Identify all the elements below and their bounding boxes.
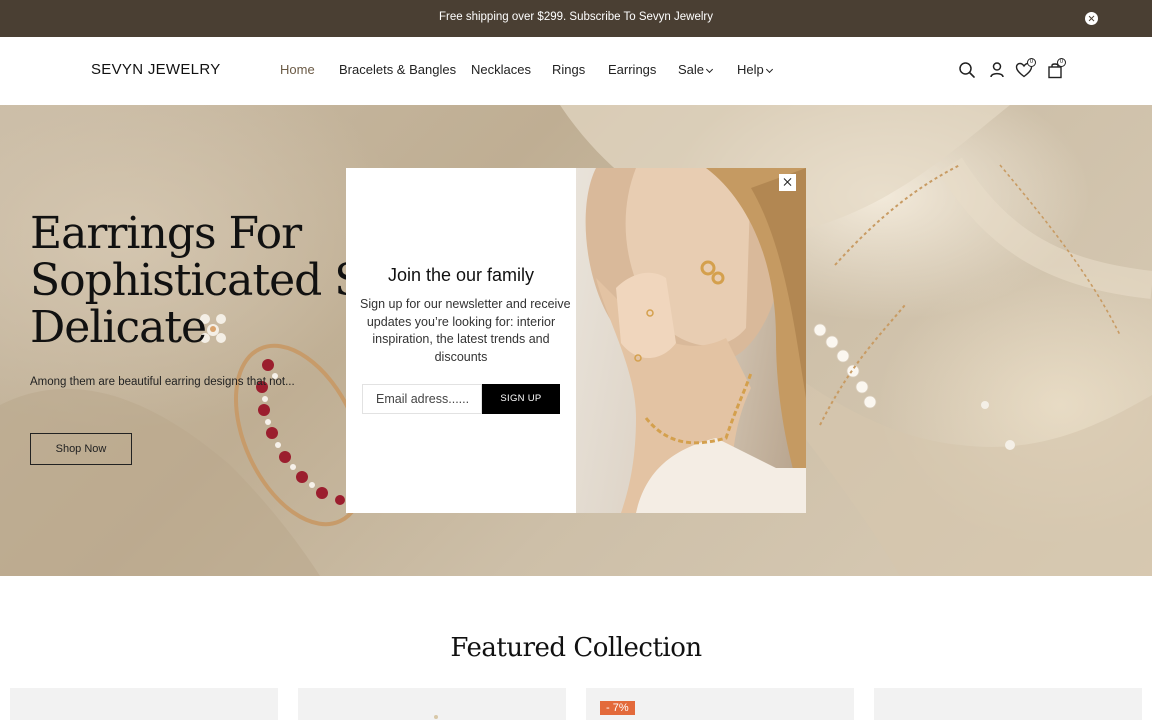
nav-help[interactable]: Help [737,62,773,77]
user-icon[interactable] [988,61,1006,79]
featured-collection-title: Featured Collection [450,633,702,663]
hero-subtitle: Among them are beautiful earring designs… [30,376,295,388]
announcement-text: Free shipping over $299. Subscribe To Se… [438,11,714,23]
product-card[interactable]: - 7% [586,688,854,720]
popup-description: Sign up for our newsletter and receive u… [360,296,571,366]
email-input[interactable]: Email adress...... [362,384,482,414]
announcement-close-icon[interactable] [1085,12,1098,25]
popup-description-line: updates you’re looking for: interior [366,314,556,329]
newsletter-form-panel: Join the our family Sign up for our news… [346,168,576,513]
product-card[interactable] [874,688,1142,720]
product-card[interactable] [10,688,278,720]
nav-rings[interactable]: Rings [552,62,585,77]
sign-up-button[interactable]: SIGN UP [482,384,560,414]
popup-description-line: Sign up for our newsletter and receive [360,297,571,311]
nav-sale[interactable]: Sale [678,62,714,77]
cart-count-badge: 0 [1057,58,1066,67]
popup-title: Join the our family [387,265,535,285]
chevron-down-icon [705,65,714,74]
product-thumbnail [434,715,438,719]
nav-necklaces[interactable]: Necklaces [471,62,531,77]
nav-bracelets-bangles[interactable]: Bracelets & Bangles [339,62,456,77]
popup-close-icon[interactable] [779,174,796,191]
nav-earrings[interactable]: Earrings [608,62,656,77]
product-card[interactable] [298,688,566,720]
wishlist-count-badge: 0 [1027,58,1036,67]
announcement-bar: Free shipping over $299. Subscribe To Se… [0,0,1152,37]
hero-title-line: Earrings For [30,208,302,259]
popup-description-line: discounts [434,349,488,364]
model-photo [585,168,806,513]
newsletter-popup: Join the our family Sign up for our news… [346,168,806,513]
nav-home[interactable]: Home [280,62,315,77]
hero-title-line: Sophisticated Style [30,255,443,306]
discount-badge: - 7% [600,701,635,715]
chevron-down-icon [765,65,773,74]
hero-title: Earrings For Sophisticated Style Delicat… [30,208,443,353]
site-logo[interactable]: SEVYN JEWELRY [91,61,221,78]
search-icon[interactable] [958,61,976,79]
hero-title-line: Delicate [30,302,207,353]
site-header: SEVYN JEWELRY Home Bracelets & Bangles N… [0,37,1152,105]
popup-description-line: inspiration, the latest trends and [372,332,550,346]
shop-now-button[interactable]: Shop Now [30,433,132,465]
nav-help-label: Help [737,62,764,77]
popup-model-image [576,168,806,513]
nav-sale-label: Sale [678,62,705,77]
